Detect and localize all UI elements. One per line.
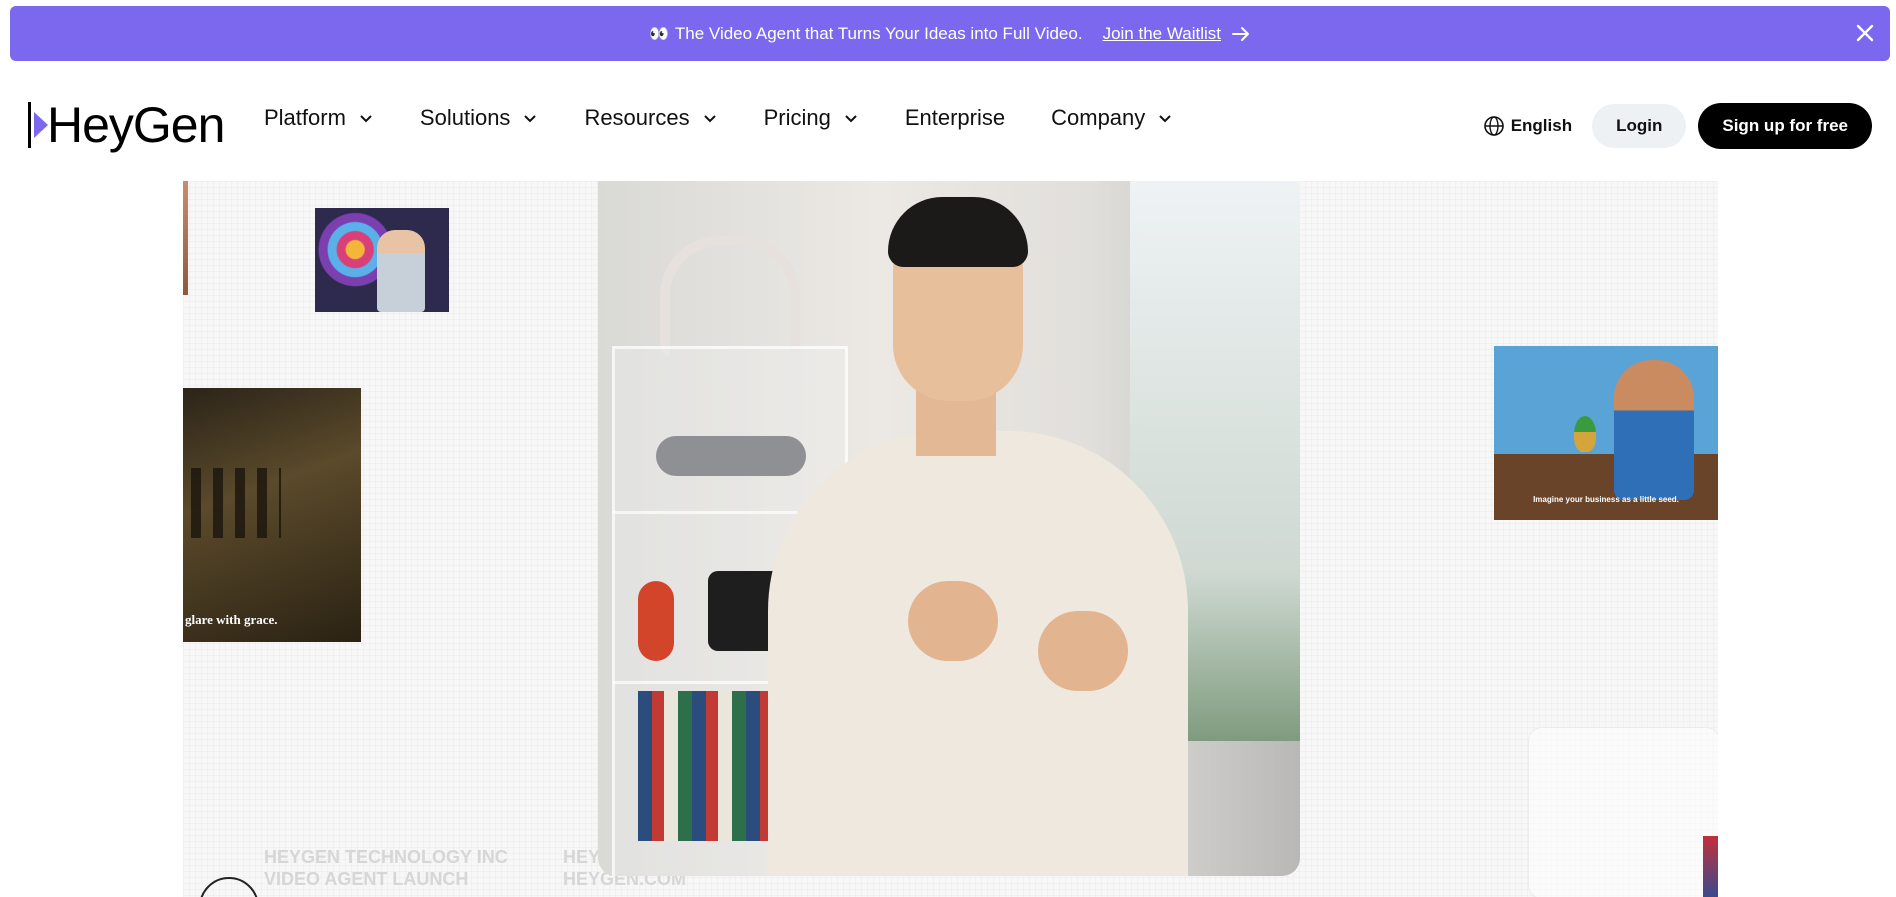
video-thumbnail-corner: [1703, 836, 1718, 897]
faded-card: [1528, 727, 1718, 897]
headphones: [660, 236, 800, 356]
eyes-emoji: 👀: [648, 25, 669, 43]
nav-item-solutions[interactable]: Solutions: [420, 105, 539, 131]
faded-line: HEYGEN TECHNOLOGY INC: [264, 847, 508, 867]
nav-item-label: Solutions: [419, 105, 511, 130]
heygen-logo[interactable]: HeyGen: [28, 97, 225, 153]
nav-item-enterprise[interactable]: Enterprise: [905, 105, 1005, 131]
chevron-down-icon: [524, 115, 537, 123]
nav-item-company[interactable]: Company: [1051, 105, 1173, 131]
vase: [638, 581, 674, 661]
silhouettes: [191, 468, 281, 538]
globe-icon: [1483, 116, 1504, 136]
play-button[interactable]: [199, 877, 259, 897]
nav-item-resources[interactable]: Resources: [584, 105, 717, 131]
presenter-hair: [888, 197, 1028, 267]
chevron-down-icon: [1159, 115, 1171, 123]
presenter-hand: [908, 581, 998, 661]
hero-section: glare with grace. Imagine your business …: [183, 181, 1718, 897]
animated-character: [1614, 360, 1694, 500]
chevron-down-icon: [703, 115, 716, 123]
presenter-figure: [377, 230, 425, 312]
logo-text: HeyGen: [47, 97, 225, 153]
banner-text: The Video Agent that Turns Your Ideas in…: [674, 23, 1083, 43]
field-caption: glare with grace.: [185, 612, 278, 627]
video-thumbnail-field[interactable]: glare with grace.: [183, 388, 361, 642]
arrow-right-icon[interactable]: [1231, 24, 1251, 44]
hero-video[interactable]: [598, 181, 1300, 876]
chevron-down-icon: [360, 115, 372, 123]
chevron-down-icon: [845, 115, 857, 123]
nav-menu: Platform Solutions Resources Pricing Ent…: [264, 105, 1219, 131]
nav-item-platform[interactable]: Platform: [264, 105, 374, 131]
presenter-hand: [1038, 611, 1128, 691]
video-thumbnail-edge: [183, 181, 188, 295]
login-button[interactable]: Login: [1592, 104, 1687, 148]
seed-caption: Imagine your business as a little seed.: [1533, 495, 1679, 504]
nav-item-label: Enterprise: [904, 105, 1006, 130]
nav-actions: English Login Sign up for free: [1483, 103, 1872, 149]
language-label: English: [1510, 116, 1573, 135]
close-icon[interactable]: [1854, 22, 1876, 44]
faded-text-left: HEYGEN TECHNOLOGY INC VIDEO AGENT LAUNCH: [264, 846, 508, 890]
signup-button[interactable]: Sign up for free: [1698, 103, 1872, 149]
nav-item-label: Company: [1051, 105, 1146, 130]
nav-item-pricing[interactable]: Pricing: [764, 105, 859, 131]
seed-plant: [1574, 416, 1596, 452]
drone: [656, 436, 806, 476]
nav-item-label: Pricing: [763, 105, 831, 130]
language-selector[interactable]: English: [1483, 115, 1572, 137]
join-waitlist-link[interactable]: Join the Waitlist: [1103, 24, 1221, 44]
announcement-banner: 👀 The Video Agent that Turns Your Ideas …: [10, 6, 1890, 61]
faded-line: VIDEO AGENT LAUNCH: [264, 869, 469, 889]
main-navigation: HeyGen Platform Solutions Resources Pric…: [0, 61, 1896, 181]
nav-item-label: Resources: [584, 105, 690, 130]
nav-item-label: Platform: [264, 105, 346, 130]
video-thumbnail-game-show[interactable]: [315, 208, 449, 312]
video-thumbnail-seed[interactable]: Imagine your business as a little seed.: [1494, 346, 1718, 520]
